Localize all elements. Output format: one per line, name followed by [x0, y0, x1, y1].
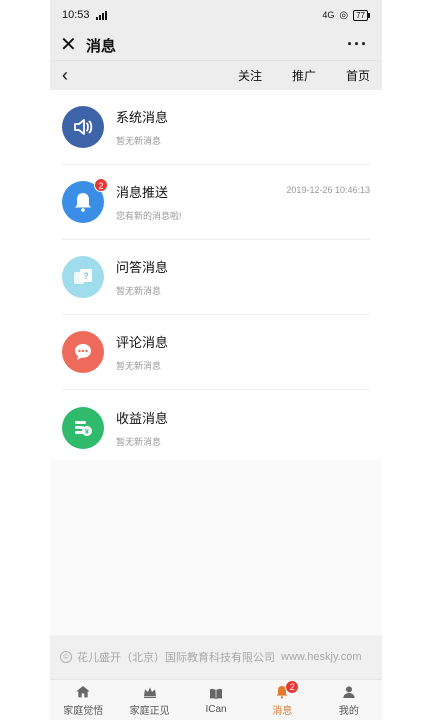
speaker-icon [62, 106, 104, 148]
message-item-qa[interactable]: ? 问答消息 暂无新消息 [62, 240, 370, 315]
bell-icon: 2 [62, 178, 108, 223]
unread-badge: 2 [94, 178, 108, 192]
message-item-earnings[interactable]: ¥ 收益消息 暂无新消息 [62, 390, 370, 465]
tab-ican[interactable]: ICan [183, 680, 249, 720]
nav-bar: ‹ 关注 推广 首页 [50, 60, 382, 90]
svg-text:¥: ¥ [85, 428, 89, 435]
tab-label: ICan [205, 703, 227, 715]
coins-icon: ¥ [62, 406, 104, 449]
comment-icon [62, 331, 104, 373]
crown-icon [143, 686, 156, 698]
copyright-icon: © [60, 651, 72, 663]
tab-label: 我的 [338, 705, 359, 717]
bottom-tab-bar: 家庭觉悟 家庭正见 ICan 消息 2 我的 [50, 679, 382, 720]
book-icon [210, 688, 223, 699]
signal-icon [95, 10, 107, 20]
message-subtitle: 暂无新消息 [116, 436, 162, 447]
tab-mine[interactable]: 我的 [316, 680, 382, 720]
home-icon [76, 685, 90, 697]
more-options-icon[interactable]: ··· [347, 34, 368, 55]
status-time: 10:53 [62, 9, 90, 21]
tab-label: 家庭正见 [129, 705, 170, 717]
nav-link-promote[interactable]: 推广 [292, 67, 316, 84]
message-subtitle: 暂无新消息 [116, 286, 162, 296]
title-bar: ✕ 消息 ··· [50, 30, 382, 60]
user-icon [343, 685, 355, 698]
back-icon[interactable]: ‹ [62, 65, 68, 86]
tab-unread-badge: 2 [285, 680, 300, 694]
wifi-icon: ◎ [339, 9, 349, 21]
status-bar: 10:53 4G ◎ 77 [50, 0, 382, 30]
tab-family-view[interactable]: 家庭正见 [116, 680, 182, 720]
message-title: 评论消息 [116, 335, 169, 350]
company-name: 花儿盛开（北京）国际教育科技有限公司 [77, 652, 275, 664]
close-icon[interactable]: ✕ [60, 35, 78, 55]
message-title: 问答消息 [116, 260, 169, 275]
message-item-system[interactable]: 系统消息 暂无新消息 [62, 90, 370, 165]
company-footer: © 花儿盛开（北京）国际教育科技有限公司 www.heskjy.com [50, 635, 382, 679]
nav-link-follow[interactable]: 关注 [238, 67, 262, 84]
message-item-comment[interactable]: 评论消息 暂无新消息 [62, 315, 370, 390]
tab-label: 消息 [272, 705, 293, 717]
message-list: 系统消息 暂无新消息 2 消息推送 您有新的消息啦! 2019-12-26 10… [50, 90, 382, 465]
page-title: 消息 [86, 37, 117, 55]
tab-label: 家庭觉悟 [63, 705, 104, 717]
tab-family-awareness[interactable]: 家庭觉悟 [50, 680, 116, 720]
battery-icon: 77 [353, 9, 370, 21]
message-subtitle: 您有新的消息啦! [116, 211, 182, 221]
message-title: 收益消息 [116, 410, 169, 426]
message-title: 消息推送 [116, 185, 169, 200]
company-site: www.heskjy.com [281, 651, 362, 663]
svg-text:?: ? [83, 271, 89, 281]
message-subtitle: 暂无新消息 [116, 361, 162, 371]
tab-messages[interactable]: 消息 2 [249, 680, 315, 720]
app-screen: 10:53 4G ◎ 77 ✕ 消息 ··· ‹ 关注 推广 首页 系统消息 暂… [50, 0, 382, 720]
message-time: 2019-12-26 10:46:13 [286, 185, 370, 195]
message-item-push[interactable]: 2 消息推送 您有新的消息啦! 2019-12-26 10:46:13 [62, 165, 370, 240]
message-title: 系统消息 [116, 110, 169, 125]
message-subtitle: 暂无新消息 [116, 136, 162, 146]
empty-area [50, 460, 382, 635]
network-label: 4G [322, 10, 335, 20]
nav-link-home[interactable]: 首页 [346, 67, 370, 84]
question-icon: ? [62, 256, 104, 298]
